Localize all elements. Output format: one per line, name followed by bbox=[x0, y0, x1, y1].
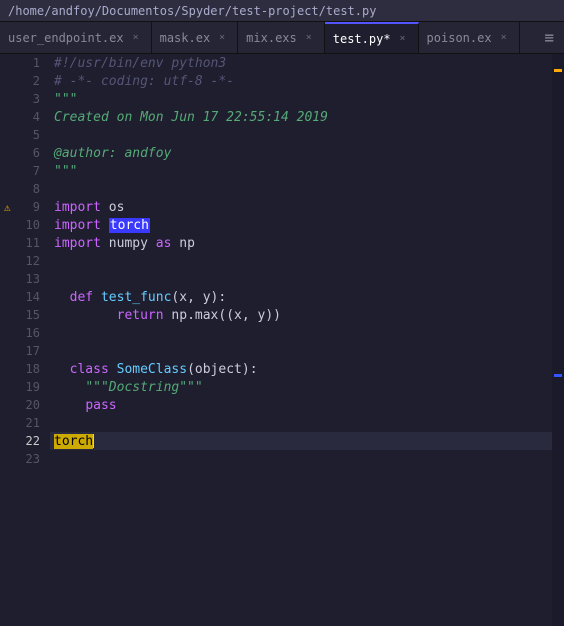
line-number-19: 19 bbox=[26, 380, 40, 394]
gutter-line-6: 6 bbox=[0, 144, 50, 162]
code-line-9: import os bbox=[50, 198, 552, 216]
tab-bar: user_endpoint.ex×mask.ex×mix.exs×test.py… bbox=[0, 22, 564, 54]
code-line-10: import torch bbox=[50, 216, 552, 234]
gutter-line-20: 20 bbox=[0, 396, 50, 414]
gutter-line-11: 11 bbox=[0, 234, 50, 252]
line-number-9: 9 bbox=[33, 200, 40, 214]
line-number-21: 21 bbox=[26, 416, 40, 430]
line-number-11: 11 bbox=[26, 236, 40, 250]
gutter-line-23: 23 bbox=[0, 450, 50, 468]
code-line-22[interactable]: torch bbox=[50, 432, 552, 450]
gutter-line-21: 21 bbox=[0, 414, 50, 432]
gutter-line-8: 8 bbox=[0, 180, 50, 198]
line-number-12: 12 bbox=[26, 254, 40, 268]
editor: 12345678⚠91011121314151617181920212223 #… bbox=[0, 54, 564, 626]
code-line-15: return np.max((x, y)) bbox=[50, 306, 552, 324]
tab-poison-label: poison.ex bbox=[427, 31, 492, 45]
line-number-13: 13 bbox=[26, 272, 40, 286]
code-line-7: """ bbox=[50, 162, 552, 180]
scroll-mark-active bbox=[554, 374, 562, 377]
gutter-line-18: 18 bbox=[0, 360, 50, 378]
line-number-7: 7 bbox=[33, 164, 40, 178]
code-line-11: import numpy as np bbox=[50, 234, 552, 252]
tab-mix-label: mix.exs bbox=[246, 31, 297, 45]
gutter-line-15: 15 bbox=[0, 306, 50, 324]
line-number-8: 8 bbox=[33, 182, 40, 196]
gutter-line-4: 4 bbox=[0, 108, 50, 126]
tab-user-endpoint-label: user_endpoint.ex bbox=[8, 31, 124, 45]
code-editor[interactable]: #!/usr/bin/env python3# -*- coding: utf-… bbox=[50, 54, 552, 626]
line-number-22: 22 bbox=[26, 434, 40, 448]
code-line-3: """ bbox=[50, 90, 552, 108]
scroll-mark-warning bbox=[554, 69, 562, 72]
line-number-20: 20 bbox=[26, 398, 40, 412]
code-line-20: pass bbox=[50, 396, 552, 414]
tab-mask-label: mask.ex bbox=[160, 31, 211, 45]
tab-test-close[interactable]: × bbox=[396, 32, 410, 46]
line-number-1: 1 bbox=[33, 56, 40, 70]
code-line-17 bbox=[50, 342, 552, 360]
line-number-23: 23 bbox=[26, 452, 40, 466]
code-line-14: def test_func(x, y): bbox=[50, 288, 552, 306]
code-line-19: """Docstring""" bbox=[50, 378, 552, 396]
gutter-line-5: 5 bbox=[0, 126, 50, 144]
code-line-21 bbox=[50, 414, 552, 432]
gutter-line-1: 1 bbox=[0, 54, 50, 72]
title-bar: /home/andfoy/Documentos/Spyder/test-proj… bbox=[0, 0, 564, 22]
tab-mask-close[interactable]: × bbox=[215, 31, 229, 45]
code-line-5 bbox=[50, 126, 552, 144]
gutter-line-14: 14 bbox=[0, 288, 50, 306]
gutter-line-16: 16 bbox=[0, 324, 50, 342]
line-number-5: 5 bbox=[33, 128, 40, 142]
line-number-3: 3 bbox=[33, 92, 40, 106]
line-number-17: 17 bbox=[26, 344, 40, 358]
line-number-gutter: 12345678⚠91011121314151617181920212223 bbox=[0, 54, 50, 626]
line-number-14: 14 bbox=[26, 290, 40, 304]
gutter-line-2: 2 bbox=[0, 72, 50, 90]
gutter-line-7: 7 bbox=[0, 162, 50, 180]
tab-user-endpoint[interactable]: user_endpoint.ex × bbox=[0, 22, 152, 53]
line-number-6: 6 bbox=[33, 146, 40, 160]
line-number-16: 16 bbox=[26, 326, 40, 340]
code-line-18: class SomeClass(object): bbox=[50, 360, 552, 378]
title-path: /home/andfoy/Documentos/Spyder/test-proj… bbox=[8, 4, 376, 18]
gutter-line-9: ⚠9 bbox=[0, 198, 50, 216]
code-line-4: Created on Mon Jun 17 22:55:14 2019 bbox=[50, 108, 552, 126]
gutter-line-12: 12 bbox=[0, 252, 50, 270]
gutter-line-19: 19 bbox=[0, 378, 50, 396]
scrollbar[interactable] bbox=[552, 54, 564, 626]
gutter-line-10: 10 bbox=[0, 216, 50, 234]
code-line-2: # -*- coding: utf-8 -*- bbox=[50, 72, 552, 90]
tab-mix[interactable]: mix.exs × bbox=[238, 22, 325, 53]
line-number-10: 10 bbox=[26, 218, 40, 232]
gutter-line-17: 17 bbox=[0, 342, 50, 360]
line-number-18: 18 bbox=[26, 362, 40, 376]
code-line-1: #!/usr/bin/env python3 bbox=[50, 54, 552, 72]
tab-poison-close[interactable]: × bbox=[497, 31, 511, 45]
tab-test[interactable]: test.py* × bbox=[325, 22, 419, 53]
line-number-4: 4 bbox=[33, 110, 40, 124]
gutter-line-22: 22 bbox=[0, 432, 50, 450]
tab-user-endpoint-close[interactable]: × bbox=[129, 31, 143, 45]
gutter-line-13: 13 bbox=[0, 270, 50, 288]
tab-mix-close[interactable]: × bbox=[302, 31, 316, 45]
code-line-6: @author: andfoy bbox=[50, 144, 552, 162]
code-line-23 bbox=[50, 450, 552, 468]
tab-mask[interactable]: mask.ex × bbox=[152, 22, 239, 53]
code-line-8 bbox=[50, 180, 552, 198]
tab-menu-button[interactable]: ≡ bbox=[534, 22, 564, 53]
line-number-15: 15 bbox=[26, 308, 40, 322]
tab-test-label: test.py* bbox=[333, 32, 391, 46]
code-line-13 bbox=[50, 270, 552, 288]
tab-poison[interactable]: poison.ex × bbox=[419, 22, 520, 53]
code-line-16 bbox=[50, 324, 552, 342]
line-number-2: 2 bbox=[33, 74, 40, 88]
warning-icon-9: ⚠ bbox=[4, 201, 11, 214]
gutter-line-3: 3 bbox=[0, 90, 50, 108]
code-line-12 bbox=[50, 252, 552, 270]
